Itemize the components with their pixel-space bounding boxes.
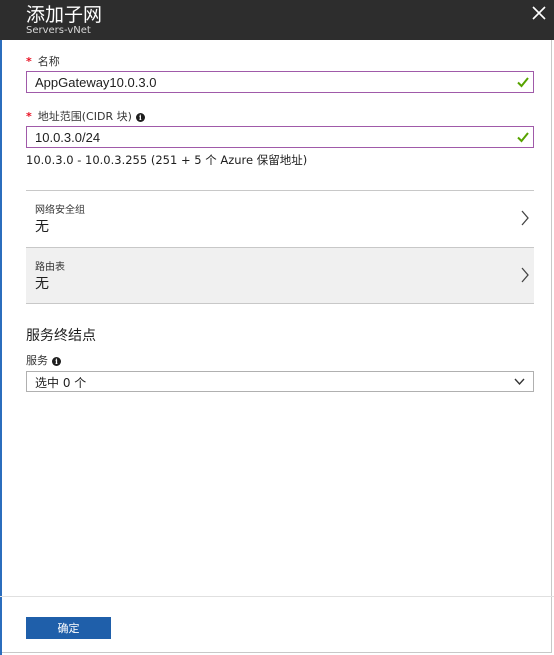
- service-endpoints-title: 服务终结点: [26, 328, 96, 344]
- route-table-value: 无: [35, 276, 49, 292]
- close-icon[interactable]: [530, 4, 548, 22]
- chevron-right-icon: [521, 267, 529, 283]
- route-table-label: 路由表: [35, 262, 65, 273]
- name-label: * 名称: [26, 53, 60, 69]
- name-input[interactable]: [27, 72, 505, 93]
- check-icon: [517, 77, 529, 88]
- route-table-row[interactable]: 路由表 无: [26, 247, 534, 303]
- services-label-text: 服务: [26, 354, 48, 367]
- blade-header: 添加子网 Servers-vNet: [0, 0, 554, 40]
- address-range-label: * 地址范围(CIDR 块) i: [26, 108, 145, 124]
- ok-button[interactable]: 确定: [26, 617, 111, 639]
- address-range-field[interactable]: [26, 126, 534, 148]
- chevron-right-icon: [521, 210, 529, 226]
- nsg-value: 无: [35, 219, 49, 235]
- info-icon[interactable]: i: [135, 112, 145, 122]
- services-selected-value: 选中 0 个: [35, 376, 87, 390]
- nsg-row[interactable]: 网络安全组 无: [26, 190, 534, 246]
- blade-title: 添加子网: [26, 4, 103, 26]
- blade-subtitle: Servers-vNet: [26, 25, 91, 36]
- blade-left-accent: [0, 0, 2, 655]
- address-range-hint: 10.0.3.0 - 10.0.3.255 (251 + 5 个 Azure 保…: [26, 153, 308, 167]
- address-range-input[interactable]: [27, 127, 505, 148]
- address-range-label-text: 地址范围(CIDR 块): [37, 110, 132, 123]
- nsg-label: 网络安全组: [35, 205, 85, 216]
- name-label-text: 名称: [37, 55, 60, 68]
- name-field[interactable]: [26, 71, 534, 93]
- services-label: 服务 i: [26, 352, 61, 368]
- check-icon: [517, 132, 529, 143]
- footer-divider: [0, 596, 554, 597]
- chevron-down-icon: [514, 378, 525, 386]
- divider: [26, 303, 534, 304]
- required-mark: *: [26, 110, 32, 123]
- info-icon[interactable]: i: [52, 356, 61, 366]
- required-mark: *: [26, 55, 32, 68]
- services-dropdown[interactable]: 选中 0 个: [26, 371, 534, 392]
